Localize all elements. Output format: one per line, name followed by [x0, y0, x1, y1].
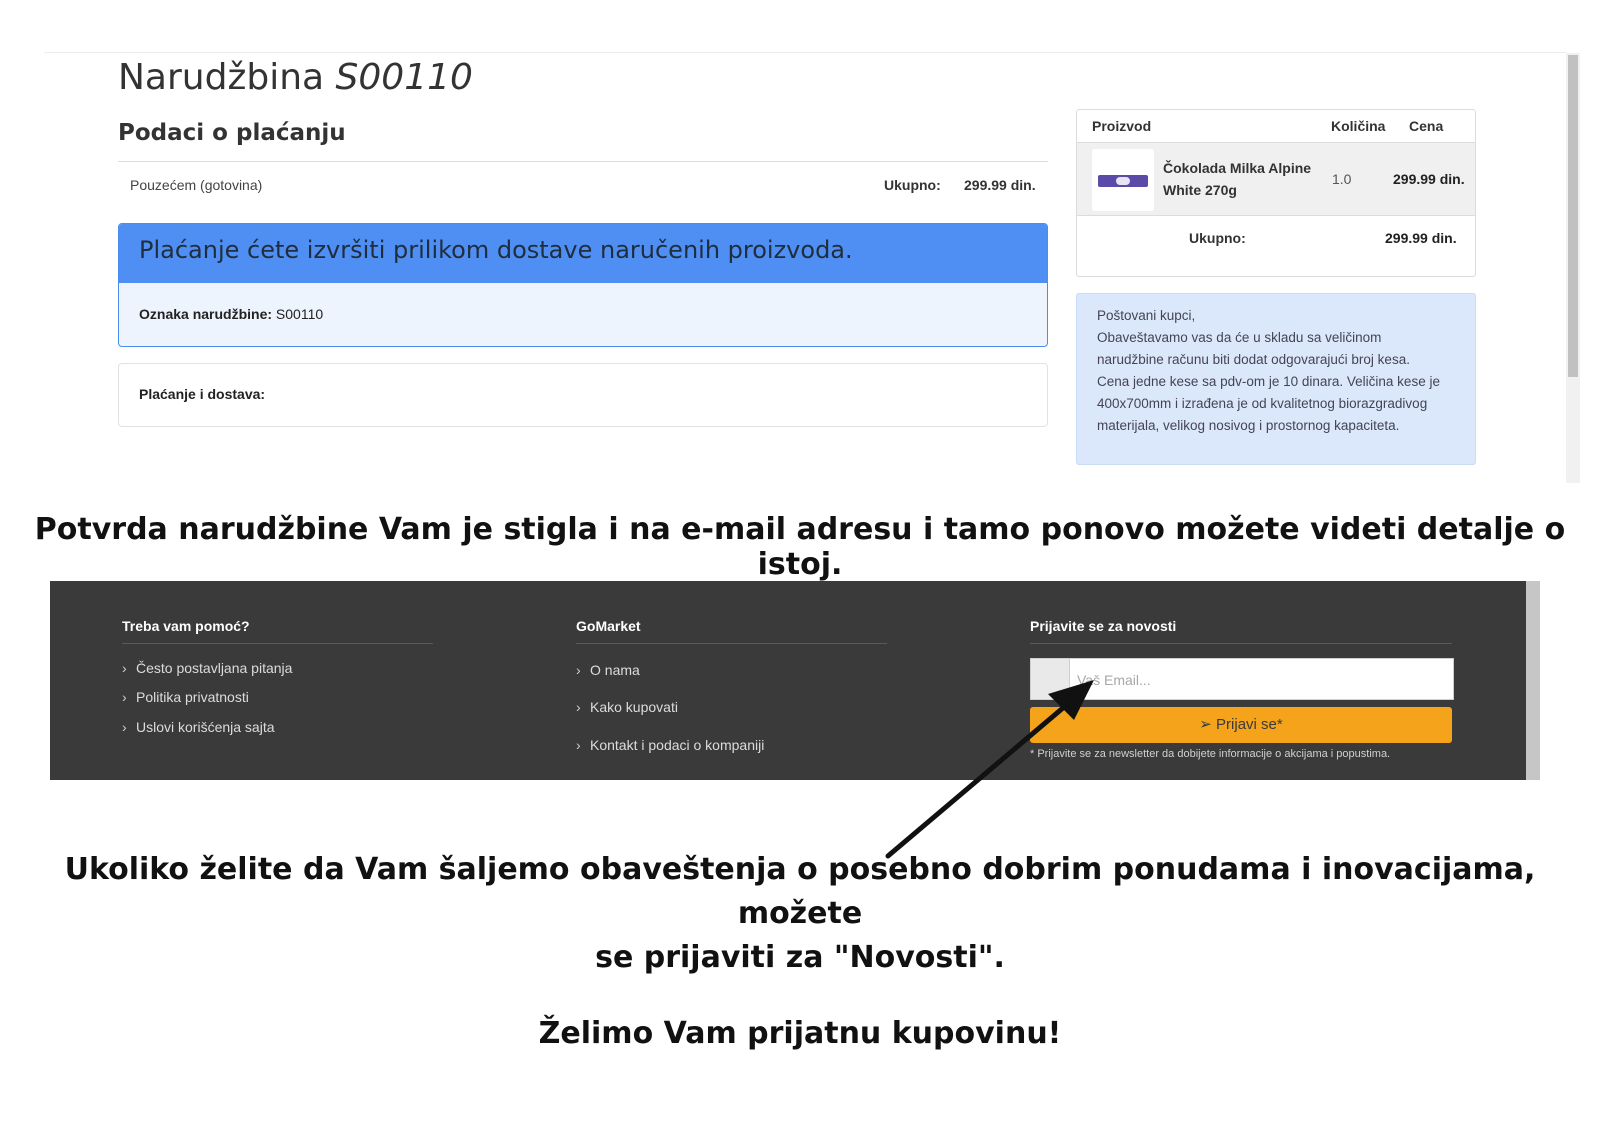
- notice-line: materijala, velikog nosivog i prostornog…: [1097, 418, 1400, 433]
- scrollbar[interactable]: [1566, 53, 1580, 483]
- caption-newsletter-line-2: se prijaviti za "Novosti".: [595, 940, 1005, 975]
- page-title: Narudžbina S00110: [118, 57, 473, 98]
- caption-closing: Želimo Vam prijatnu kupovinu!: [538, 1016, 1062, 1051]
- divider: [118, 161, 1048, 162]
- total-value: 299.99 din.: [964, 177, 1036, 193]
- paper-plane-icon: ➢: [1199, 716, 1212, 733]
- footer-link-about[interactable]: › O nama: [576, 662, 640, 678]
- cart-total-value: 299.99 din.: [1385, 230, 1457, 246]
- col-header-product: Proizvod: [1092, 118, 1152, 134]
- notice-line: Cena jedne kese sa pdv-om je 10 dinara. …: [1097, 374, 1440, 389]
- payment-method: Pouzećem (gotovina): [130, 177, 263, 193]
- divider: [576, 643, 887, 644]
- footer-help-title: Treba vam pomoć?: [122, 618, 250, 634]
- product-price: 299.99 din.: [1393, 171, 1465, 187]
- chevron-right-icon: ›: [122, 660, 127, 676]
- email-addon: [1031, 659, 1070, 699]
- scrollbar-thumb[interactable]: [1568, 55, 1578, 377]
- notice-line: 400x700mm i izrađena je od kvalitetnog b…: [1097, 396, 1428, 411]
- chevron-right-icon: ›: [122, 689, 127, 705]
- chevron-right-icon: ›: [576, 699, 581, 715]
- divider: [1030, 643, 1452, 644]
- table-row: Čokolada Milka Alpine White 270g 1.0 299…: [1077, 142, 1475, 216]
- footer-link-privacy[interactable]: › Politika privatnosti: [122, 689, 249, 705]
- product-image[interactable]: [1092, 149, 1154, 211]
- notice-heading: Plaćanje ćete izvršiti prilikom dostave …: [139, 236, 853, 264]
- newsletter-email-group: [1030, 658, 1454, 700]
- total-label: Ukupno:: [884, 177, 941, 193]
- footer-link-terms[interactable]: › Uslovi korišćenja sajta: [122, 719, 275, 735]
- site-footer: Treba vam pomoć? › Često postavljana pita…: [50, 581, 1540, 780]
- subscribe-button[interactable]: ➢ Prijavi se*: [1030, 707, 1452, 743]
- divider: [122, 643, 433, 644]
- chevron-right-icon: ›: [122, 719, 127, 735]
- caption-newsletter: Ukoliko želite da Vam šaljemo obaveštenj…: [0, 848, 1600, 980]
- scrollbar[interactable]: [1526, 581, 1540, 780]
- notice-line: Obaveštavamo vas da će u skladu sa velič…: [1097, 330, 1382, 345]
- cart-summary: Proizvod Količina Cena Čokolada Milka Al…: [1076, 109, 1476, 277]
- footer-link-contact[interactable]: › Kontakt i podaci o kompaniji: [576, 737, 764, 753]
- footer-newsletter-title: Prijavite se za novosti: [1030, 618, 1177, 634]
- notice-line: Poštovani kupci,: [1097, 308, 1196, 323]
- shipping-panel: Plaćanje i dostava:: [118, 363, 1048, 427]
- product-quantity: 1.0: [1332, 171, 1352, 187]
- order-ref-value: S00110: [275, 306, 324, 322]
- chevron-right-icon: ›: [576, 737, 581, 753]
- caption-newsletter-line-1: Ukoliko želite da Vam šaljemo obaveštenj…: [64, 852, 1536, 931]
- caption-email-confirmation: Potvrda narudžbine Vam je stigla i na e-…: [34, 512, 1566, 582]
- order-confirmation-screenshot: Narudžbina S00110 Podaci o plaćanju Pouz…: [44, 52, 1580, 483]
- footer-link-how-to-buy[interactable]: › Kako kupovati: [576, 699, 678, 715]
- newsletter-email-input[interactable]: [1075, 667, 1449, 693]
- footer-company-title: GoMarket: [576, 618, 641, 634]
- col-header-quantity: Količina: [1331, 118, 1386, 134]
- shipping-label: Plaćanje i dostava:: [139, 386, 266, 402]
- bag-fee-notice: Poštovani kupci, Obaveštavamo vas da će …: [1076, 293, 1476, 465]
- order-reference: Oznaka narudžbine: S00110: [139, 306, 323, 322]
- product-name[interactable]: Čokolada Milka Alpine White 270g: [1163, 157, 1313, 201]
- order-title-prefix: Narudžbina: [118, 57, 325, 98]
- chocolate-bar-icon: [1098, 175, 1148, 187]
- newsletter-fine-print: * Prijavite se za newsletter da dobijete…: [1030, 748, 1391, 760]
- payment-notice: Plaćanje ćete izvršiti prilikom dostave …: [118, 223, 1048, 347]
- footer-link-faq[interactable]: › Često postavljana pitanja: [122, 660, 292, 676]
- chevron-right-icon: ›: [576, 662, 581, 678]
- order-number: S00110: [335, 57, 473, 98]
- col-header-price: Cena: [1409, 118, 1444, 134]
- payment-heading: Podaci o plaćanju: [118, 120, 346, 146]
- cart-total-label: Ukupno:: [1189, 230, 1246, 246]
- order-ref-label: Oznaka narudžbine:: [139, 306, 273, 322]
- notice-line: narudžbine računu biti dodat odgovarajuć…: [1097, 352, 1410, 367]
- notice-header: Plaćanje ćete izvršiti prilikom dostave …: [119, 224, 1047, 283]
